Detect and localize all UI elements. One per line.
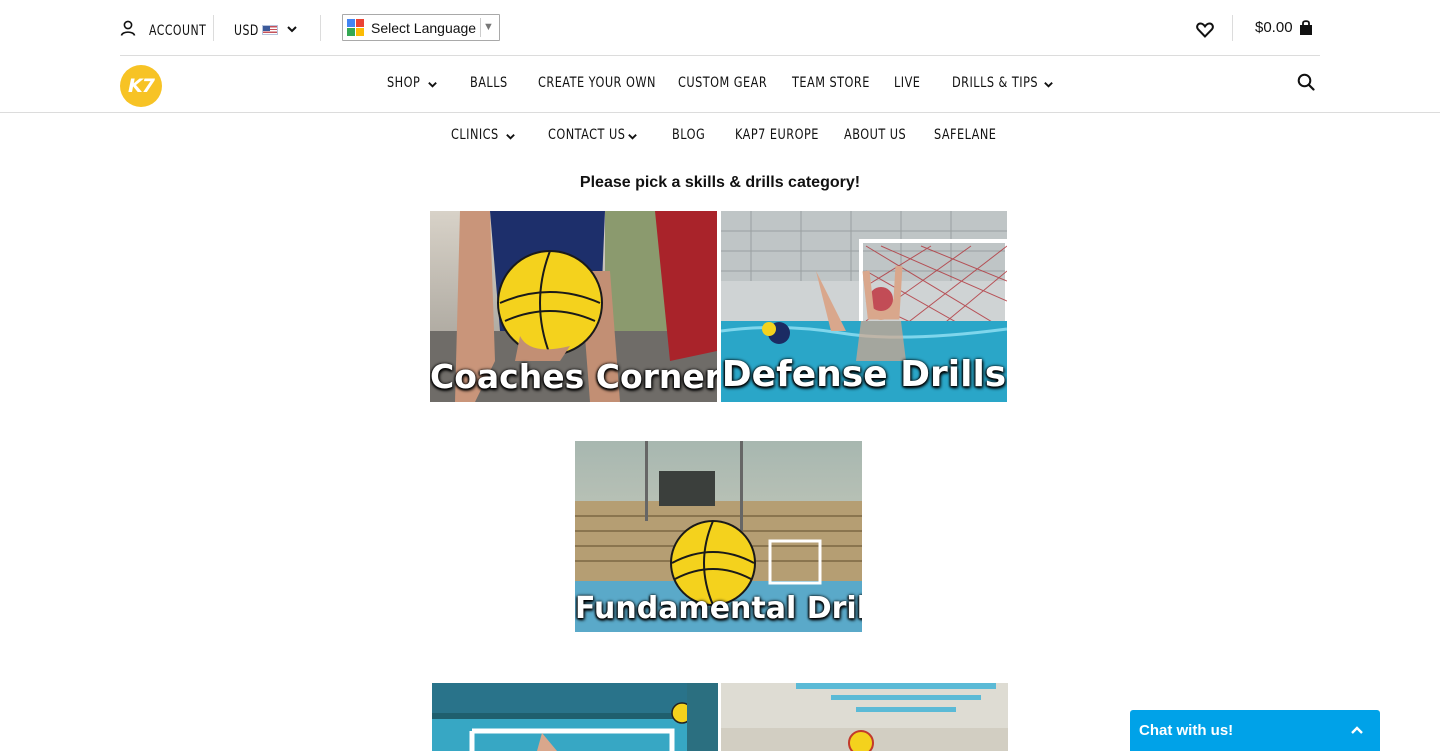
currency-label: USD bbox=[234, 23, 259, 39]
nav-label: KAP7 EUROPE bbox=[735, 127, 819, 143]
offense-photo bbox=[721, 683, 1008, 751]
tile-fundamental-drills[interactable]: Fundamental Drills bbox=[575, 441, 862, 632]
tile-goalie-drills[interactable] bbox=[432, 683, 718, 751]
chat-label: Chat with us! bbox=[1139, 722, 1234, 739]
nav-label: LIVE bbox=[894, 75, 921, 91]
currency-selector[interactable]: USD bbox=[234, 22, 297, 39]
tile-caption: Fundamental Drills bbox=[575, 591, 862, 626]
divider bbox=[1232, 15, 1233, 41]
logo-text: K7 bbox=[128, 75, 155, 97]
divider bbox=[213, 15, 214, 41]
wishlist-link[interactable] bbox=[1196, 22, 1214, 43]
page-heading: Please pick a skills & drills category! bbox=[579, 174, 861, 191]
nav-custom-gear[interactable]: CUSTOM GEAR bbox=[678, 75, 792, 91]
chevron-down-icon bbox=[287, 26, 297, 33]
nav-label: ABOUT US bbox=[844, 127, 907, 143]
nav-contact-us[interactable]: CONTACT US bbox=[548, 127, 647, 143]
goalie-photo bbox=[432, 683, 718, 751]
nav-shop[interactable]: SHOP bbox=[387, 75, 437, 91]
nav-blog[interactable]: BLOG bbox=[672, 127, 715, 143]
us-flag-icon bbox=[262, 25, 278, 35]
nav-label: SHOP bbox=[387, 75, 421, 91]
account-label: ACCOUNT bbox=[149, 23, 207, 39]
search-icon bbox=[1297, 73, 1315, 91]
account-link[interactable]: ACCOUNT bbox=[120, 20, 206, 39]
dropdown-arrow-icon: ▼ bbox=[480, 18, 496, 37]
chat-widget[interactable]: Chat with us! bbox=[1130, 710, 1380, 751]
language-select[interactable]: Select Language ▼ bbox=[342, 14, 500, 41]
nav-label: CLINICS bbox=[451, 127, 499, 143]
utility-bar: ACCOUNT USD Select Language ▼ $0.00 bbox=[120, 0, 1320, 56]
heart-icon bbox=[1196, 22, 1214, 38]
nav-drills-tips[interactable]: DRILLS & TIPS bbox=[952, 75, 1062, 91]
nav-balls[interactable]: BALLS bbox=[470, 75, 518, 91]
google-translate-icon bbox=[347, 18, 365, 37]
nav-kap7-europe[interactable]: KAP7 EUROPE bbox=[735, 127, 843, 143]
nav-clinics[interactable]: CLINICS bbox=[451, 127, 515, 143]
cart-link[interactable]: $0.00 bbox=[1255, 19, 1313, 36]
divider bbox=[320, 15, 321, 41]
kap7-logo[interactable]: K7 bbox=[120, 65, 162, 107]
nav-team-store[interactable]: TEAM STORE bbox=[792, 75, 892, 91]
nav-label: SAFELANE bbox=[934, 127, 997, 143]
chevron-down-icon bbox=[428, 82, 437, 88]
shopping-bag-icon bbox=[1299, 20, 1312, 35]
nav-label: BLOG bbox=[672, 127, 706, 143]
tile-caption: Defense Drills bbox=[721, 354, 1007, 395]
chevron-down-icon bbox=[628, 134, 637, 140]
chevron-down-icon bbox=[1044, 82, 1053, 88]
tile-coaches-corner[interactable]: Coaches Corner bbox=[430, 211, 717, 402]
tile-offense-drills[interactable] bbox=[721, 683, 1008, 751]
nav-label: TEAM STORE bbox=[792, 75, 870, 91]
nav-label: CONTACT US bbox=[548, 127, 626, 143]
tile-caption: Coaches Corner bbox=[430, 357, 717, 396]
chevron-down-icon bbox=[506, 134, 515, 140]
main-header: K7 SHOP BALLS CREATE YOUR OWN CUSTOM GEA… bbox=[0, 57, 1440, 113]
nav-label: CUSTOM GEAR bbox=[678, 75, 768, 91]
nav-label: CREATE YOUR OWN bbox=[538, 75, 656, 91]
nav-label: DRILLS & TIPS bbox=[952, 75, 1039, 91]
nav-create-your-own[interactable]: CREATE YOUR OWN bbox=[538, 75, 689, 91]
user-icon bbox=[120, 20, 136, 36]
tile-defense-drills[interactable]: Defense Drills bbox=[721, 211, 1007, 402]
nav-about-us[interactable]: ABOUT US bbox=[844, 127, 924, 143]
language-label: Select Language bbox=[371, 19, 477, 36]
chevron-up-icon bbox=[1351, 726, 1363, 734]
cart-amount: $0.00 bbox=[1255, 19, 1293, 36]
nav-live[interactable]: LIVE bbox=[894, 75, 928, 91]
nav-safelane[interactable]: SAFELANE bbox=[934, 127, 1014, 143]
nav-label: BALLS bbox=[470, 75, 508, 91]
search-button[interactable] bbox=[1297, 73, 1315, 96]
